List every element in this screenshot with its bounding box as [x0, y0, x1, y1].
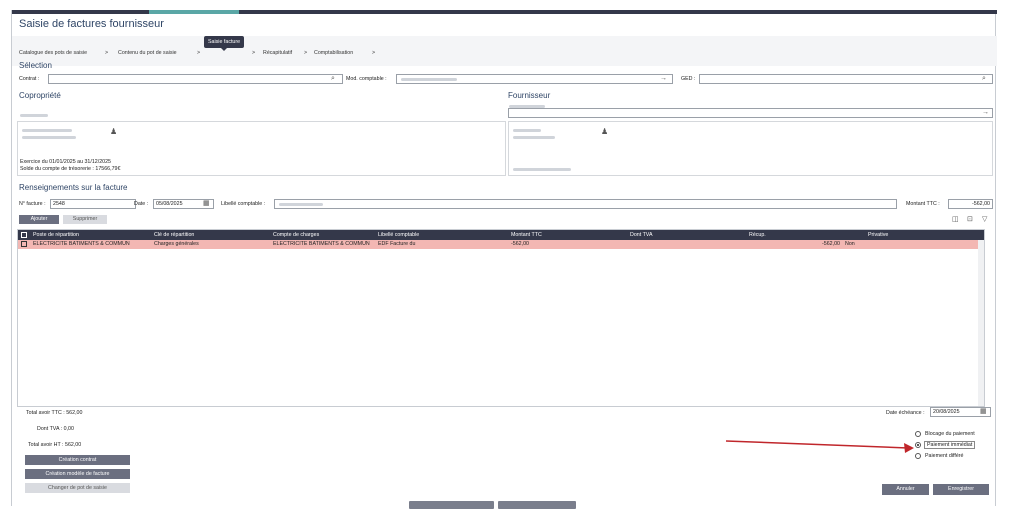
creation-modele-button[interactable]: Création modèle de facture: [25, 469, 130, 479]
cell-recup: -562,00: [822, 241, 840, 247]
calendar-icon[interactable]: ▦: [203, 200, 210, 208]
section-selection-title: Sélection: [19, 61, 52, 70]
num-facture-input[interactable]: 2548: [50, 199, 136, 209]
cell-montant: -562,00: [511, 241, 529, 247]
top-strip: [12, 10, 997, 14]
cell-poste: ELECTRICITE BATIMENTS & COMMUN: [33, 241, 130, 247]
date-label: Date :: [134, 201, 149, 207]
delete-button[interactable]: Supprimer: [63, 215, 107, 224]
breadcrumb-catalogue[interactable]: Catalogue des pots de saisie: [19, 50, 87, 56]
changer-pot-button[interactable]: Changer de pot de saisie: [25, 483, 130, 493]
app-window: Saisie de factures fournisseur Catalogue…: [11, 10, 997, 509]
page-title: Saisie de factures fournisseur: [19, 18, 164, 30]
add-button[interactable]: Ajouter: [19, 215, 59, 224]
col-recup[interactable]: Récup.: [749, 232, 766, 238]
num-facture-label: N° facture :: [19, 201, 46, 207]
annotation-arrow: [725, 440, 914, 453]
breadcrumb-recapitulatif[interactable]: Récapitulatif: [263, 50, 292, 56]
person-icon: ♟: [110, 127, 118, 136]
col-cle[interactable]: Clé de répartition: [154, 232, 194, 238]
dont-tva: Dont TVA : 0,00: [37, 426, 74, 432]
ged-input[interactable]: [699, 74, 993, 84]
mod-comptable-label: Mod. comptable :: [346, 76, 387, 82]
arrow-right-icon[interactable]: →: [982, 109, 989, 117]
col-libelle[interactable]: Libellé comptable: [378, 232, 419, 238]
radio-blocage-label: Blocage du paiement: [925, 431, 975, 437]
breadcrumb-sep: >: [105, 50, 109, 56]
blurred-value: [513, 136, 555, 139]
breadcrumb-sep: >: [252, 50, 256, 56]
col-montant[interactable]: Montant TTC: [511, 232, 542, 238]
breadcrumb-sep: >: [372, 50, 376, 56]
col-tva[interactable]: Dont TVA: [630, 232, 652, 238]
creation-contrat-button[interactable]: Création contrat: [25, 455, 130, 465]
cell-privative: Non: [845, 241, 855, 247]
person-icon: ♟: [601, 127, 609, 136]
radio-immediat-label: Paiement immédiat: [924, 441, 976, 449]
montant-ttc-input[interactable]: -562,00: [948, 199, 993, 209]
col-privative[interactable]: Privative: [868, 232, 888, 238]
fournisseur-input[interactable]: [508, 108, 993, 118]
columns-icon[interactable]: ◫: [952, 216, 959, 224]
cancel-button[interactable]: Annuler: [882, 484, 929, 495]
select-all-checkbox[interactable]: [21, 232, 27, 238]
footer-tab[interactable]: [409, 501, 494, 509]
fournisseur-panel: ♟: [508, 121, 993, 176]
arrow-right-icon[interactable]: →: [660, 75, 667, 83]
blurred-value: [513, 129, 541, 132]
breadcrumb-comptabilisation[interactable]: Comptabilisation: [314, 50, 353, 56]
blurred-value: [401, 78, 457, 81]
breadcrumb: Catalogue des pots de saisie > Contenu d…: [12, 36, 997, 66]
repartition-table: Poste de répartition Clé de répartition …: [17, 229, 985, 407]
col-compte[interactable]: Compte de charges: [273, 232, 319, 238]
exercice-text: Exercice du 01/01/2025 au 31/12/2025: [20, 159, 112, 165]
blurred-value: [22, 136, 76, 139]
total-avoir-ttc: Total avoir TTC : 562,00: [26, 410, 83, 416]
cell-libelle: EDF Facture du: [378, 241, 416, 247]
vertical-scrollbar[interactable]: [978, 240, 984, 406]
breadcrumb-sep: >: [197, 50, 201, 56]
montant-ttc-label: Montant TTC :: [906, 201, 940, 207]
top-strip-accent: [149, 10, 239, 14]
section-facture-title: Renseignements sur la facture: [19, 183, 128, 192]
table-header: Poste de répartition Clé de répartition …: [18, 230, 984, 240]
col-poste[interactable]: Poste de répartition: [33, 232, 79, 238]
search-icon[interactable]: ⌕: [331, 75, 335, 83]
filter-icon[interactable]: ▽: [982, 216, 987, 224]
cell-compte: ELECTRICITE BATIMENTS & COMMUN: [273, 241, 370, 247]
calendar-icon[interactable]: ▦: [980, 408, 987, 416]
footer-tab[interactable]: [498, 501, 576, 509]
ged-label: GED :: [681, 76, 696, 82]
total-avoir-ht: Total avoir HT : 562,00: [28, 442, 82, 448]
contrat-input[interactable]: [48, 74, 343, 84]
section-fournisseur-title: Fournisseur: [508, 91, 551, 100]
echeance-label: Date échéance :: [886, 410, 925, 416]
solde-text: Solde du compte de trésorerie : 17566,79…: [20, 166, 121, 172]
export-icon[interactable]: ⊡: [967, 216, 973, 224]
blurred-value: [22, 129, 72, 132]
section-copropriete-title: Copropriété: [19, 91, 61, 100]
contrat-label: Contrat :: [19, 76, 40, 82]
blurred-value: [279, 203, 323, 206]
copropriete-panel: ♟ Exercice du 01/01/2025 au 31/12/2025 S…: [17, 121, 506, 176]
cell-cle: Charges générales: [154, 241, 199, 247]
blurred-value: [513, 168, 571, 171]
blurred-value: [20, 114, 48, 117]
table-row[interactable]: ELECTRICITE BATIMENTS & COMMUN Charges g…: [18, 240, 978, 249]
breadcrumb-sep: >: [304, 50, 308, 56]
libelle-input[interactable]: [274, 199, 897, 209]
row-checkbox[interactable]: [21, 241, 27, 247]
libelle-label: Libellé comptable :: [221, 201, 266, 207]
breadcrumb-contenu[interactable]: Contenu du pot de saisie: [118, 50, 177, 56]
breadcrumb-saisie-facture[interactable]: Saisie facture: [204, 36, 245, 51]
search-icon[interactable]: ⌕: [982, 75, 986, 83]
radio-differe-label: Paiement différé: [925, 453, 964, 459]
save-button[interactable]: Enregistrer: [933, 484, 989, 495]
